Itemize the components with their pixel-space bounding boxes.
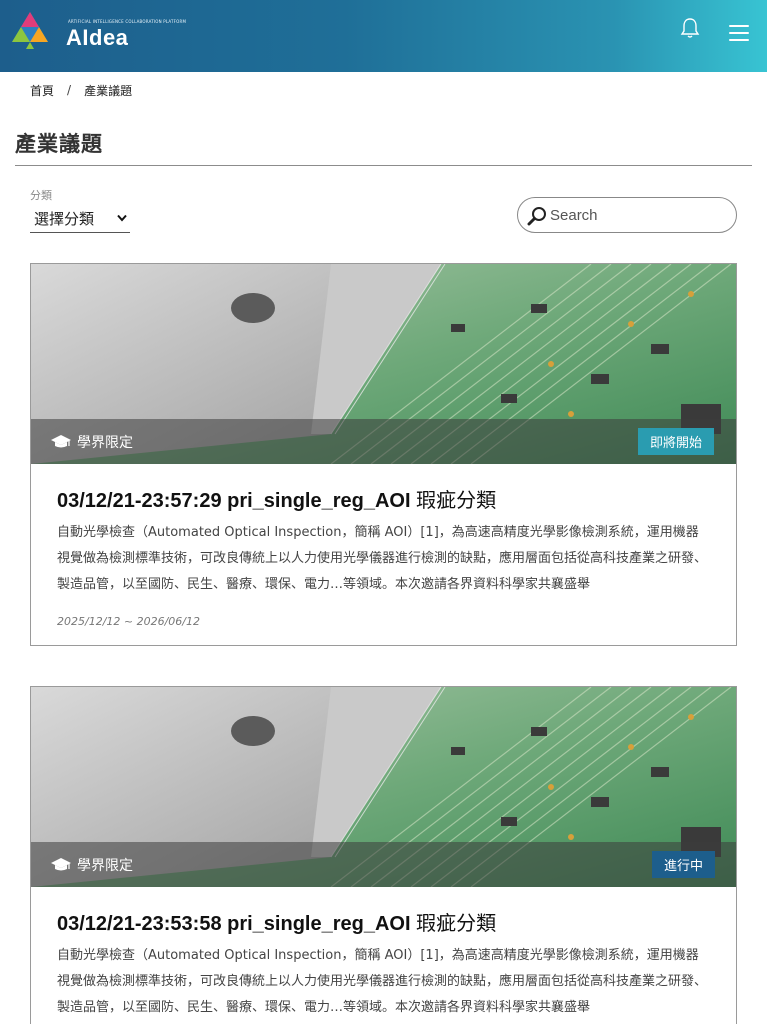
top-navbar: ARTIFICIAL INTELLIGENCE COLLABORATION PL… bbox=[0, 0, 767, 72]
card-image-overlay bbox=[31, 842, 736, 887]
academic-only-badge: 學界限定 bbox=[51, 855, 133, 875]
breadcrumb-current: 產業議題 bbox=[84, 83, 133, 98]
card-description: 自動光學檢查（Automated Optical Inspection，簡稱 A… bbox=[57, 948, 707, 1015]
logo-tagline: ARTIFICIAL INTELLIGENCE COLLABORATION PL… bbox=[68, 19, 187, 24]
chevron-down-icon bbox=[117, 214, 127, 222]
category-select-value: 選擇分類 bbox=[34, 209, 95, 228]
status-badge: 即將開始 bbox=[638, 428, 715, 455]
aidea-logo[interactable]: ARTIFICIAL INTELLIGENCE COLLABORATION PL… bbox=[12, 12, 186, 50]
logo-text: AIdea bbox=[66, 25, 129, 50]
bell-icon[interactable] bbox=[679, 17, 701, 39]
search-input[interactable] bbox=[550, 203, 725, 227]
restriction-label: 學界限定 bbox=[77, 858, 133, 874]
page-title: 產業議題 bbox=[15, 132, 103, 156]
card-description: 自動光學檢查（Automated Optical Inspection，簡稱 A… bbox=[57, 525, 707, 592]
card-title[interactable]: 03/12/21-23:53:58 pri_single_reg_AOI 瑕疵分… bbox=[57, 907, 496, 936]
hamburger-menu-icon[interactable] bbox=[729, 25, 751, 45]
card-title-code: 03/12/21-23:57:29 pri_single_reg_AOI bbox=[57, 490, 411, 512]
card-title-zh: 瑕疵分類 bbox=[416, 913, 497, 935]
search-icon bbox=[527, 207, 546, 226]
card-image-overlay bbox=[31, 419, 736, 464]
title-divider bbox=[15, 165, 752, 166]
logo-mark-icon bbox=[12, 12, 48, 49]
card-title[interactable]: 03/12/21-23:57:29 pri_single_reg_AOI 瑕疵分… bbox=[57, 484, 496, 513]
card-date-range: 2025/12/12 ~ 2026/06/12 bbox=[57, 615, 201, 628]
status-badge: 進行中 bbox=[652, 851, 716, 878]
card-title-zh: 瑕疵分類 bbox=[416, 490, 497, 512]
graduation-cap-icon bbox=[51, 435, 71, 448]
breadcrumb: 首頁 / 產業議題 bbox=[30, 82, 132, 98]
topic-card[interactable]: 學界限定 即將開始 03/12/21-23:57:29 pri_single_r… bbox=[30, 263, 737, 646]
topic-card[interactable]: 學界限定 進行中 03/12/21-23:53:58 pri_single_re… bbox=[30, 686, 737, 1024]
category-select[interactable]: 選擇分類 bbox=[30, 204, 130, 233]
category-filter-label: 分類 bbox=[30, 189, 52, 202]
breadcrumb-separator: / bbox=[67, 83, 72, 97]
academic-only-badge: 學界限定 bbox=[51, 432, 133, 452]
card-title-code: 03/12/21-23:53:58 pri_single_reg_AOI bbox=[57, 913, 411, 935]
search-box[interactable] bbox=[517, 197, 737, 233]
breadcrumb-home-link[interactable]: 首頁 bbox=[30, 82, 54, 99]
restriction-label: 學界限定 bbox=[77, 435, 133, 451]
graduation-cap-icon bbox=[51, 858, 71, 871]
